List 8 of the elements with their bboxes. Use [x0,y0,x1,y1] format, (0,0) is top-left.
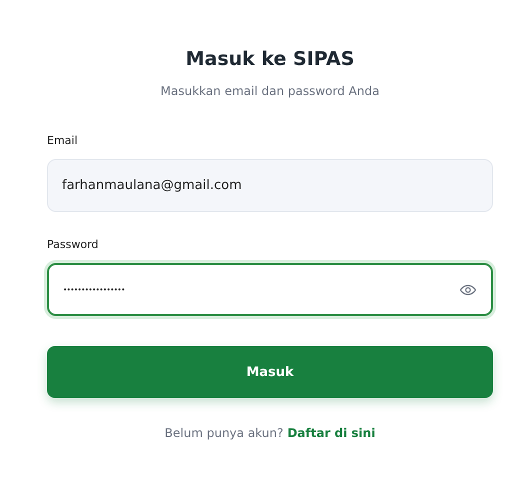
login-title: Masuk ke SIPAS [186,48,354,70]
field-label: Email [47,134,78,147]
signup-link[interactable]: Daftar di sini [287,426,376,440]
email-field[interactable]: farhanmaulana@gmail.com [47,159,493,212]
login-button[interactable]: Masuk [47,346,493,398]
login-subtitle: Masukkan email dan password Anda [160,84,380,98]
field-label: Password [47,238,98,251]
signup-prompt: Belum punya akun? [164,426,284,440]
